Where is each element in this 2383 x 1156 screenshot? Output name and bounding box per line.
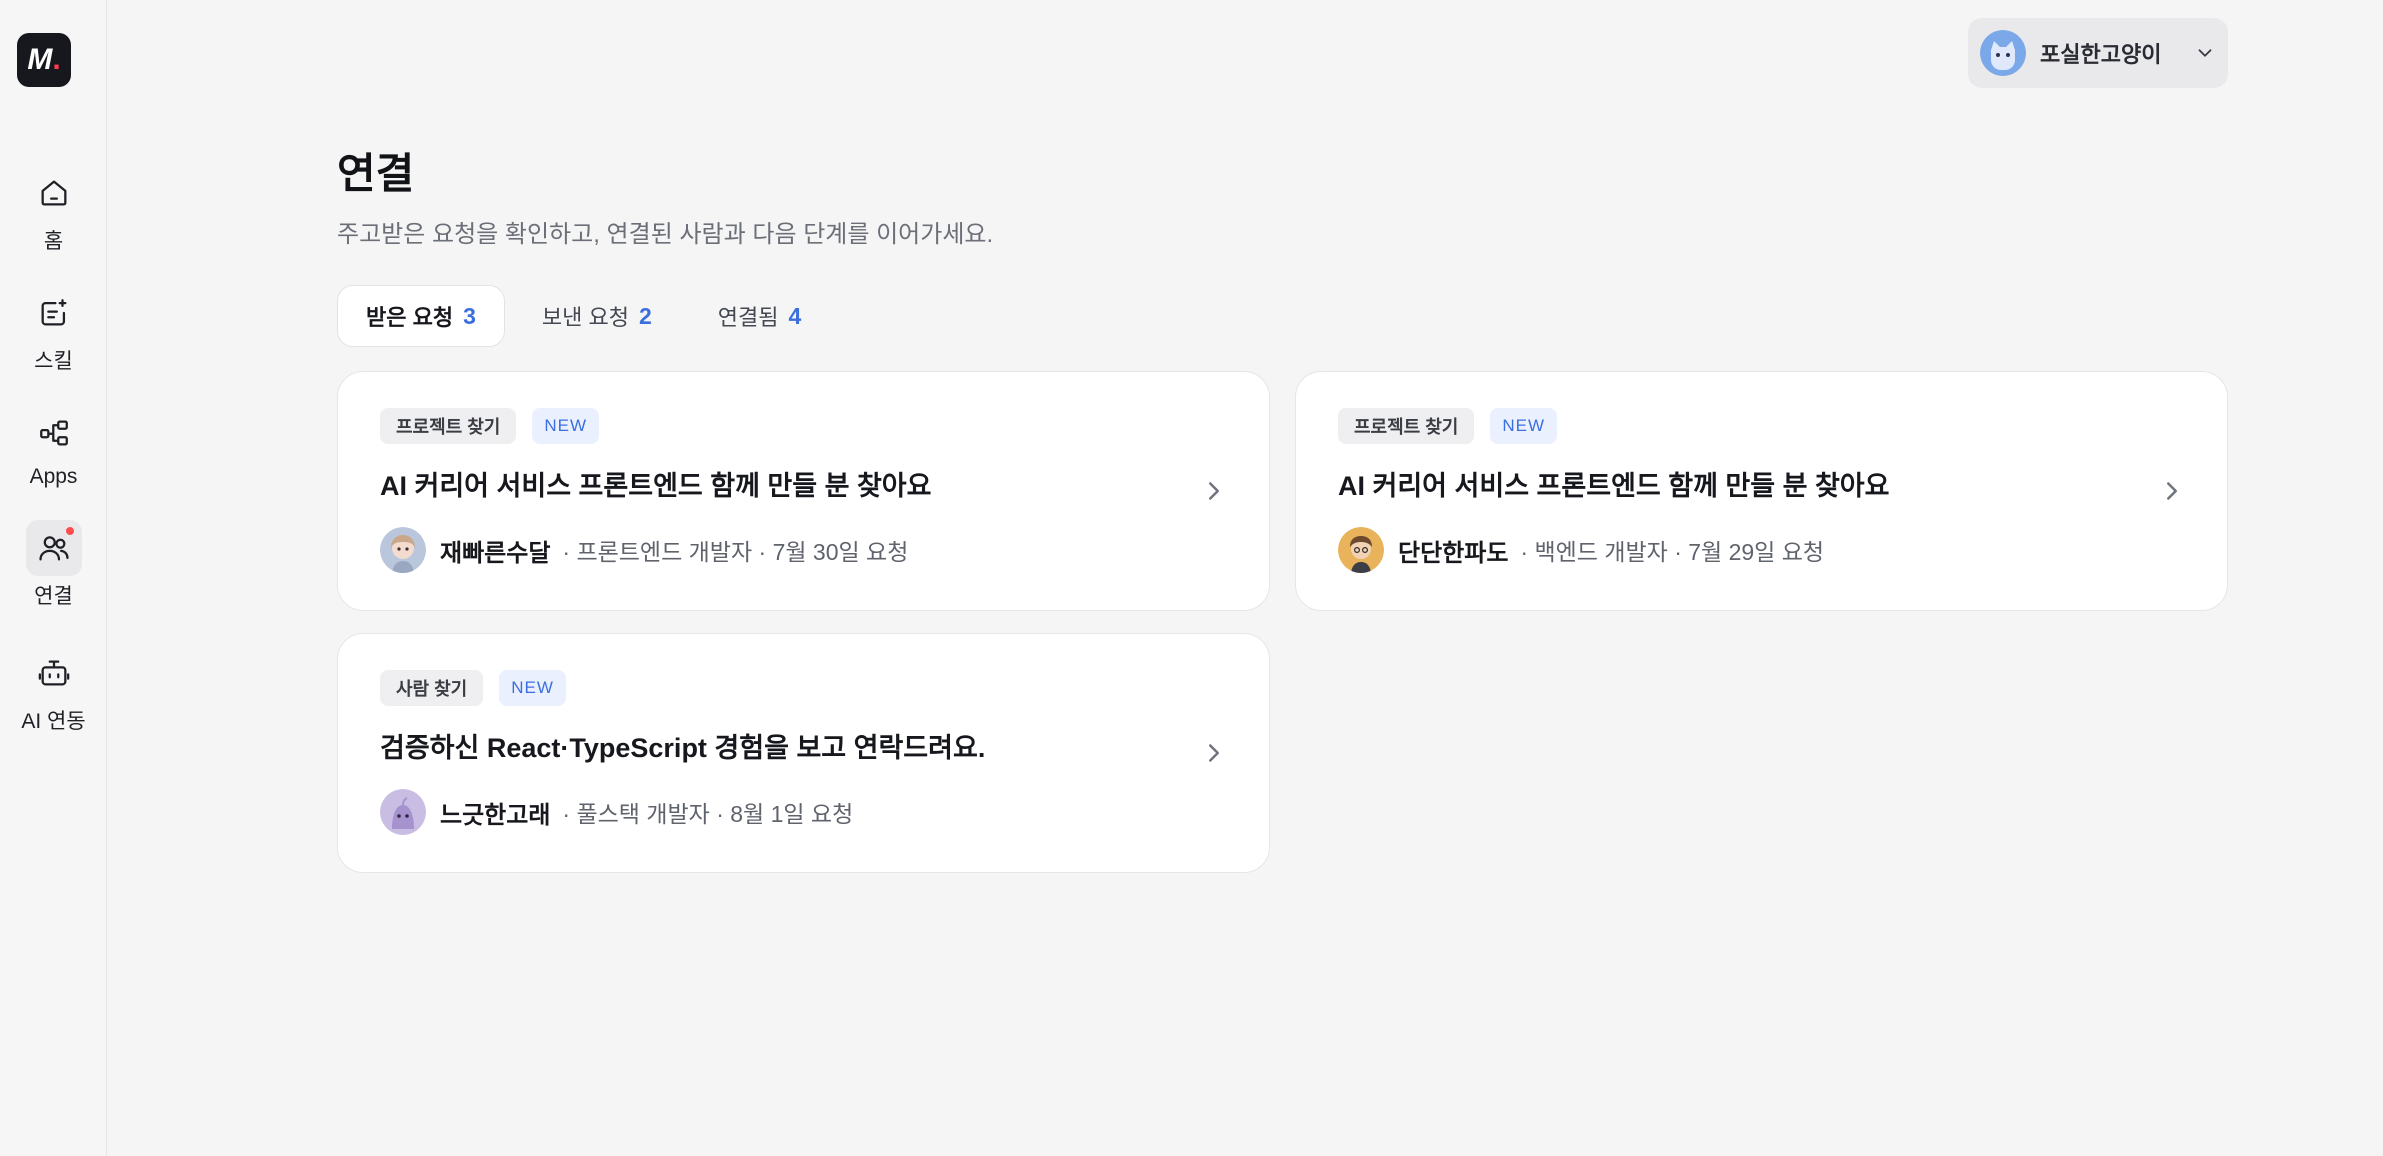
cat-avatar-icon bbox=[1980, 30, 2026, 76]
user-info: · 백엔드 개발자 · 7월 29일 요청 bbox=[1520, 539, 1825, 565]
app-logo[interactable]: M. bbox=[17, 33, 71, 87]
tab-connected[interactable]: 연결됨 4 bbox=[689, 285, 831, 347]
profile-dropdown[interactable]: 포실한고양이 bbox=[1968, 18, 2228, 88]
bot-icon bbox=[26, 645, 82, 701]
user-info: · 프론트엔드 개발자 · 7월 30일 요청 bbox=[562, 539, 909, 565]
card-tags: 사람 찾기 NEW bbox=[380, 670, 566, 706]
home-icon bbox=[26, 165, 82, 221]
sidebar: M. 홈 스킬 Apps 연결 AI 연동 bbox=[0, 0, 107, 1156]
card-title: AI 커리어 서비스 프론트엔드 함께 만들 분 찾아요 bbox=[380, 471, 932, 501]
page-title: 연결 bbox=[337, 150, 415, 197]
sidebar-item-label: AI 연동 bbox=[21, 710, 86, 733]
sidebar-item-skill[interactable]: 스킬 bbox=[0, 285, 107, 375]
request-card[interactable]: 프로젝트 찾기 NEW AI 커리어 서비스 프론트엔드 함께 만들 분 찾아요… bbox=[337, 371, 1270, 611]
chevron-down-icon bbox=[2198, 49, 2212, 57]
request-card[interactable]: 프로젝트 찾기 NEW AI 커리어 서비스 프론트엔드 함께 만들 분 찾아요… bbox=[1295, 371, 2228, 611]
profile-name: 포실한고양이 bbox=[2040, 42, 2162, 67]
tab-count: 4 bbox=[788, 302, 802, 329]
apps-flow-icon bbox=[26, 405, 82, 461]
chevron-right-icon bbox=[2167, 482, 2177, 500]
category-badge: 사람 찾기 bbox=[380, 670, 484, 706]
skill-edit-icon bbox=[26, 285, 82, 341]
request-card[interactable]: 사람 찾기 NEW 검증하신 React·TypeScript 경험을 보고 연… bbox=[337, 633, 1270, 873]
tab-received[interactable]: 받은 요청 3 bbox=[337, 285, 505, 347]
user-name: 재빠른수달 bbox=[440, 539, 551, 567]
sidebar-item-connections[interactable]: 연결 bbox=[0, 520, 107, 610]
card-meta: 느긋한고래 · 풀스택 개발자 · 8월 1일 요청 bbox=[380, 789, 853, 835]
sidebar-item-label: 홈 bbox=[43, 230, 64, 253]
logo-letter: M bbox=[27, 43, 53, 76]
avatar bbox=[1338, 527, 1384, 573]
tab-label: 연결됨 bbox=[717, 305, 779, 330]
sidebar-item-home[interactable]: 홈 bbox=[0, 165, 107, 255]
notification-dot bbox=[65, 527, 74, 535]
new-badge: NEW bbox=[1490, 408, 1558, 444]
avatar bbox=[380, 789, 426, 835]
sidebar-item-label: Apps bbox=[29, 465, 78, 488]
tab-label: 받은 요청 bbox=[366, 305, 454, 330]
new-badge: NEW bbox=[532, 408, 600, 444]
tab-count: 3 bbox=[463, 302, 476, 329]
sidebar-item-label: 연결 bbox=[34, 585, 73, 608]
card-tags: 프로젝트 찾기 NEW bbox=[1338, 408, 1558, 444]
sidebar-item-apps[interactable]: Apps bbox=[0, 405, 107, 489]
user-info: · 풀스택 개발자 · 8월 1일 요청 bbox=[562, 801, 854, 827]
card-title: 검증하신 React·TypeScript 경험을 보고 연락드려요. bbox=[380, 733, 986, 763]
logo-dot: . bbox=[52, 43, 61, 76]
card-meta: 재빠른수달 · 프론트엔드 개발자 · 7월 30일 요청 bbox=[380, 527, 908, 573]
card-meta: 단단한파도 · 백엔드 개발자 · 7월 29일 요청 bbox=[1338, 527, 1824, 573]
sidebar-item-label: 스킬 bbox=[34, 350, 73, 373]
page-subtitle: 주고받은 요청을 확인하고, 연결된 사람과 다음 단계를 이어가세요. bbox=[337, 221, 994, 248]
user-name: 느긋한고래 bbox=[440, 801, 551, 829]
sidebar-item-ai-integration[interactable]: AI 연동 bbox=[0, 645, 107, 735]
tab-sent[interactable]: 보낸 요청 2 bbox=[513, 285, 681, 347]
chevron-right-icon bbox=[1209, 744, 1219, 762]
card-title: AI 커리어 서비스 프론트엔드 함께 만들 분 찾아요 bbox=[1338, 471, 1890, 501]
request-tabs: 받은 요청 3 보낸 요청 2 연결됨 4 bbox=[337, 285, 830, 347]
user-name: 단단한파도 bbox=[1398, 539, 1509, 567]
new-badge: NEW bbox=[499, 670, 566, 706]
tab-count: 2 bbox=[638, 302, 652, 329]
chevron-right-icon bbox=[1209, 482, 1219, 500]
avatar bbox=[380, 527, 426, 573]
card-tags: 프로젝트 찾기 NEW bbox=[380, 408, 600, 444]
category-badge: 프로젝트 찾기 bbox=[380, 408, 517, 444]
users-icon bbox=[25, 520, 82, 576]
category-badge: 프로젝트 찾기 bbox=[1338, 408, 1475, 444]
tab-label: 보낸 요청 bbox=[541, 305, 629, 330]
